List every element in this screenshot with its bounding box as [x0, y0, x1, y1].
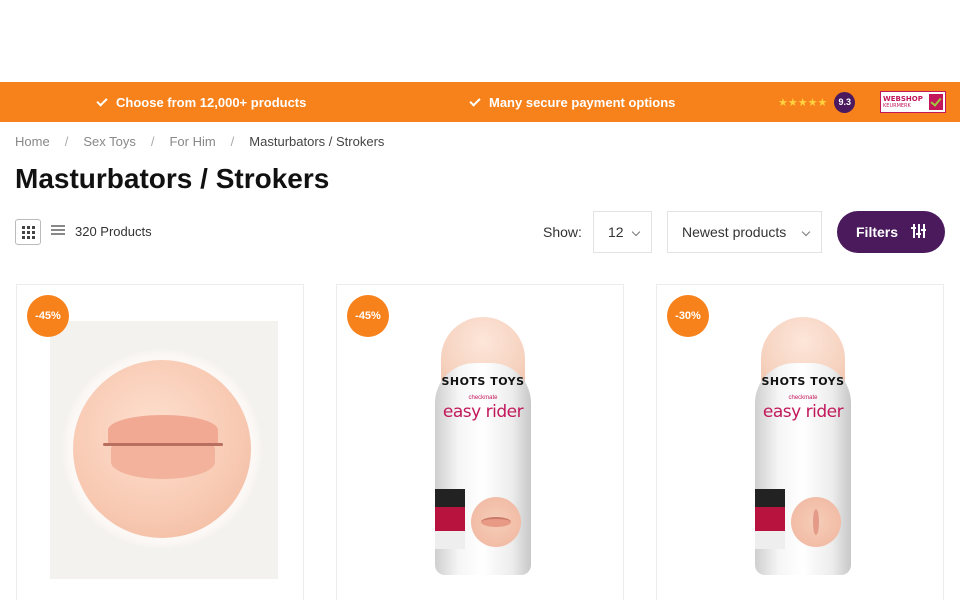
usp-item-products: Choose from 12,000+ products [96, 82, 307, 122]
product-logo-text: SHOTS TOYS [761, 375, 845, 388]
show-label: Show: [543, 224, 582, 240]
breadcrumb-separator: / [230, 134, 235, 149]
product-image[interactable]: SHOTS TOYS checkmate easy rider [433, 317, 533, 575]
breadcrumb-sex-toys[interactable]: Sex Toys [83, 134, 136, 149]
webshop-keurmerk-logo[interactable]: WEBSHOP KEURMERK [880, 91, 946, 113]
review-rating[interactable]: ★★★★★ 9.3 [778, 82, 856, 122]
keurmerk-check-icon [929, 94, 943, 110]
discount-badge: -45% [347, 295, 389, 337]
breadcrumb-separator: / [150, 134, 155, 149]
per-page-value: 12 [608, 224, 624, 240]
breadcrumb-home[interactable]: Home [15, 134, 50, 149]
page-title: Masturbators / Strokers [15, 163, 330, 194]
product-brand-text: easy rider [442, 402, 524, 422]
usp-bar: Choose from 12,000+ products Many secure… [0, 82, 960, 122]
star-rating-icon: ★★★★★ [778, 96, 828, 109]
product-card[interactable]: -45% [16, 284, 304, 600]
usp-text: Many secure payment options [489, 94, 676, 110]
product-count: 320 Products [75, 224, 152, 239]
product-card[interactable]: -45% SHOTS TOYS checkmate easy rider [336, 284, 624, 600]
breadcrumb-current: Masturbators / Strokers [249, 134, 385, 149]
grid-view-icon[interactable] [15, 219, 41, 245]
sort-select[interactable]: Newest products [667, 211, 822, 253]
product-image[interactable] [50, 321, 278, 579]
product-sub-text: checkmate [788, 395, 818, 401]
chevron-down-icon [801, 227, 811, 237]
filters-label: Filters [856, 224, 899, 240]
discount-badge: -30% [667, 295, 709, 337]
breadcrumb: Home / Sex Toys / For Him / Masturbators… [15, 134, 384, 149]
usp-text: Choose from 12,000+ products [116, 94, 307, 110]
breadcrumb-for-him[interactable]: For Him [169, 134, 215, 149]
sliders-icon [911, 224, 926, 238]
list-view-icon[interactable] [51, 225, 65, 237]
product-card[interactable]: -30% SHOTS TOYS checkmate easy rider [656, 284, 944, 600]
check-icon [469, 94, 481, 107]
per-page-select[interactable]: 12 [593, 211, 652, 253]
usp-item-payment: Many secure payment options [469, 82, 676, 122]
product-sub-text: checkmate [468, 395, 498, 401]
review-score: 9.3 [834, 91, 856, 113]
sort-value: Newest products [682, 224, 787, 240]
header-area [0, 0, 960, 82]
product-brand-text: easy rider [762, 402, 844, 422]
breadcrumb-separator: / [64, 134, 69, 149]
check-icon [96, 94, 108, 107]
product-logo-text: SHOTS TOYS [441, 375, 525, 388]
discount-badge: -45% [27, 295, 69, 337]
product-image[interactable]: SHOTS TOYS checkmate easy rider [753, 317, 853, 575]
chevron-down-icon [631, 227, 641, 237]
filters-button[interactable]: Filters [837, 211, 945, 253]
